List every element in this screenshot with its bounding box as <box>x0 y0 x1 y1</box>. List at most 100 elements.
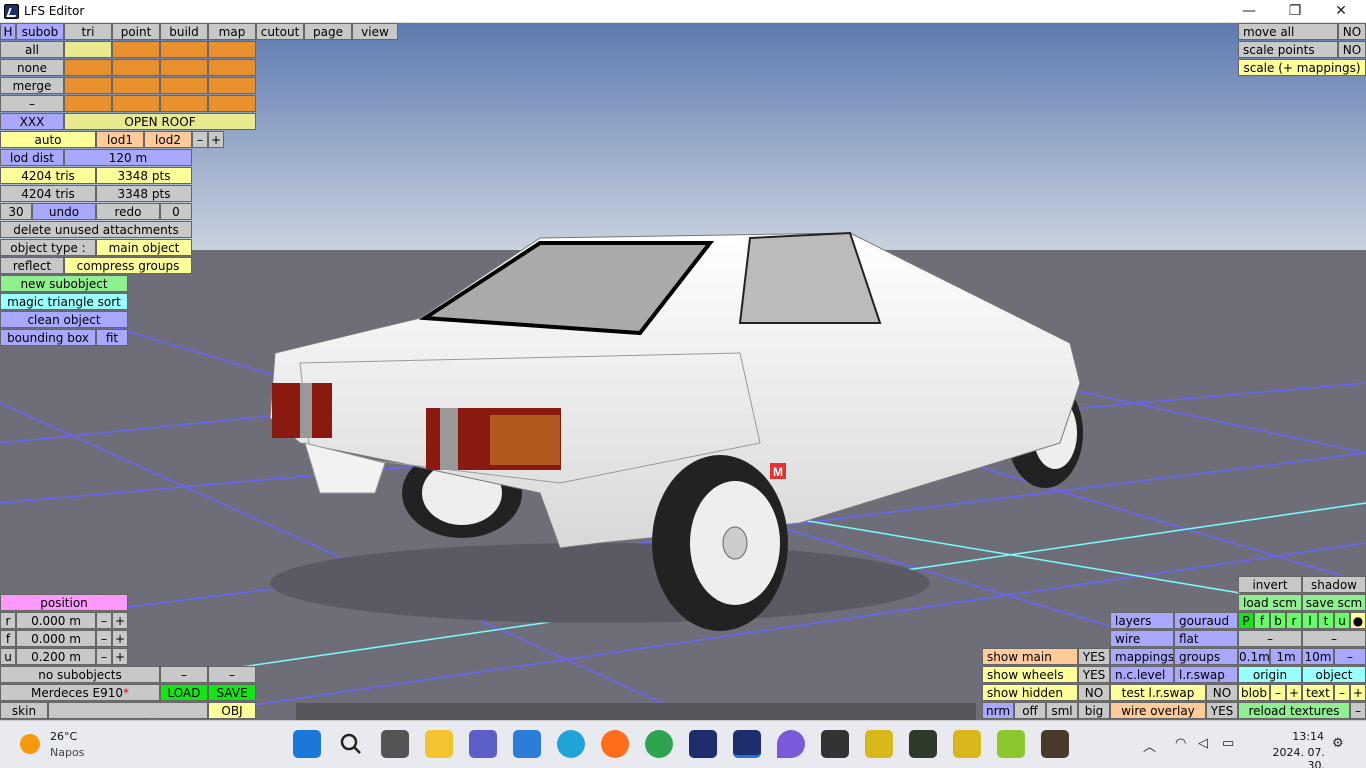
scale-points-label[interactable]: scale points <box>1238 41 1338 58</box>
new-subobject-button[interactable]: new subobject <box>0 275 128 292</box>
subobject-slot[interactable] <box>208 41 256 58</box>
blob-button[interactable]: blob <box>1238 684 1270 701</box>
view-r-button[interactable]: r <box>1286 612 1302 629</box>
move-all-label[interactable]: move all <box>1238 23 1338 40</box>
close-button[interactable]: ✕ <box>1318 0 1364 23</box>
app-icon-brown[interactable] <box>1041 730 1069 758</box>
weather-temp[interactable]: 26°C <box>50 730 77 743</box>
step-01m-button[interactable]: 0.1m <box>1238 648 1270 665</box>
lod-auto-button[interactable]: auto <box>0 131 96 148</box>
3d-viewport[interactable]: M H subob tri point build map cutout pag… <box>0 23 1366 720</box>
clock-time[interactable]: 13:14 <box>1292 730 1324 743</box>
move-all-toggle[interactable]: NO <box>1338 23 1366 40</box>
position-u-minus[interactable]: – <box>96 648 112 665</box>
position-f-plus[interactable]: + <box>112 630 128 647</box>
obj-button[interactable]: OBJ <box>208 702 256 719</box>
position-f-value[interactable]: 0.000 m <box>16 630 96 647</box>
chrome-icon[interactable] <box>645 730 673 758</box>
firefox-icon[interactable] <box>601 730 629 758</box>
mail-icon[interactable] <box>513 730 541 758</box>
file-explorer-icon[interactable] <box>425 730 453 758</box>
show-main-toggle[interactable]: YES <box>1078 648 1110 665</box>
invert-button[interactable]: invert <box>1238 576 1302 593</box>
teams-icon[interactable] <box>469 730 497 758</box>
reload-dash-button[interactable]: – <box>1350 702 1366 719</box>
mappings-button[interactable]: mappings <box>1110 648 1174 665</box>
subobject-slot[interactable] <box>112 41 160 58</box>
test-lr-swap-toggle[interactable]: NO <box>1206 684 1238 701</box>
layers-button[interactable]: layers <box>1110 612 1174 629</box>
dash-button[interactable]: – <box>0 95 64 112</box>
menu-subob[interactable]: subob <box>16 23 64 40</box>
sml-button[interactable]: sml <box>1046 702 1078 719</box>
step-10m-button[interactable]: 10m <box>1302 648 1334 665</box>
app-icon-lime[interactable] <box>997 730 1025 758</box>
skin-field[interactable] <box>48 702 208 719</box>
select-none-button[interactable]: none <box>0 59 64 76</box>
subobject-slot[interactable] <box>112 59 160 76</box>
weather-location[interactable]: Napos <box>50 746 84 759</box>
merge-button[interactable]: merge <box>0 77 64 94</box>
blob-minus-button[interactable]: – <box>1270 684 1286 701</box>
wire-overlay-toggle[interactable]: YES <box>1206 702 1238 719</box>
app-icon-green[interactable] <box>909 730 937 758</box>
menu-page[interactable]: page <box>304 23 352 40</box>
save-button[interactable]: SAVE <box>208 684 256 701</box>
test-lr-swap-button[interactable]: test l.r.swap <box>1110 684 1206 701</box>
scale-points-toggle[interactable]: NO <box>1338 41 1366 58</box>
show-hidden-label[interactable]: show hidden <box>982 684 1078 701</box>
subobject-slot[interactable] <box>160 41 208 58</box>
view-t-button[interactable]: t <box>1318 612 1334 629</box>
maximize-button[interactable]: ❐ <box>1272 0 1318 23</box>
subobject-slot[interactable] <box>208 77 256 94</box>
off-button[interactable]: off <box>1014 702 1046 719</box>
subobject-slot[interactable] <box>112 77 160 94</box>
reflect-button[interactable]: reflect <box>0 257 64 274</box>
xxx-button[interactable]: XXX <box>0 113 64 130</box>
nrm-button[interactable]: nrm <box>982 702 1014 719</box>
nc-level-button[interactable]: n.c.level <box>1110 666 1174 683</box>
save-scm-button[interactable]: save scm <box>1302 594 1366 611</box>
app-icon-yellow-2[interactable] <box>953 730 981 758</box>
app-icon-dark[interactable] <box>821 730 849 758</box>
show-wheels-label[interactable]: show wheels <box>982 666 1078 683</box>
step-dash-button[interactable]: – <box>1334 648 1366 665</box>
groups-button[interactable]: groups <box>1174 648 1238 665</box>
task-view-icon[interactable] <box>381 730 409 758</box>
step-1m-button[interactable]: 1m <box>1270 648 1302 665</box>
load-scm-button[interactable]: load scm <box>1238 594 1302 611</box>
subobject-slot[interactable] <box>64 95 112 112</box>
lfs-editor-icon[interactable] <box>733 730 761 758</box>
subobject-slot[interactable] <box>64 59 112 76</box>
subobject-name-field[interactable]: OPEN ROOF <box>64 113 256 130</box>
fit-button[interactable]: fit <box>96 329 128 346</box>
position-f-minus[interactable]: – <box>96 630 112 647</box>
position-r-minus[interactable]: – <box>96 612 112 629</box>
wire-button[interactable]: wire <box>1110 630 1174 647</box>
view-l-button[interactable]: l <box>1302 612 1318 629</box>
view-dot-button[interactable]: ● <box>1350 612 1366 629</box>
delete-unused-attachments-button[interactable]: delete unused attachments <box>0 221 192 238</box>
position-r-value[interactable]: 0.000 m <box>16 612 96 629</box>
text-button[interactable]: text <box>1302 684 1334 701</box>
subobject-slot[interactable] <box>208 95 256 112</box>
car-name-field[interactable]: Merdeces E910* <box>0 684 160 701</box>
compress-groups-button[interactable]: compress groups <box>64 257 192 274</box>
subobject-slot[interactable] <box>208 59 256 76</box>
undo-button[interactable]: undo <box>32 203 96 220</box>
menu-point[interactable]: point <box>112 23 160 40</box>
start-icon[interactable] <box>293 730 321 758</box>
notification-icon[interactable]: ⚙ <box>1332 736 1344 751</box>
wifi-icon[interactable]: ◠ <box>1175 736 1186 751</box>
chevron-up-icon[interactable]: ︿ <box>1143 736 1156 755</box>
subobject-slot[interactable] <box>160 95 208 112</box>
flat-button[interactable]: flat <box>1174 630 1238 647</box>
object-type-value[interactable]: main object <box>96 239 192 256</box>
position-u-plus[interactable]: + <box>112 648 128 665</box>
lod1-button[interactable]: lod1 <box>96 131 144 148</box>
dash-left-button[interactable]: – <box>1238 630 1302 647</box>
scale-mappings-button[interactable]: scale (+ mappings) <box>1238 59 1366 76</box>
menu-cutout[interactable]: cutout <box>256 23 304 40</box>
show-hidden-toggle[interactable]: NO <box>1078 684 1110 701</box>
lod-dist-value[interactable]: 120 m <box>64 149 192 166</box>
